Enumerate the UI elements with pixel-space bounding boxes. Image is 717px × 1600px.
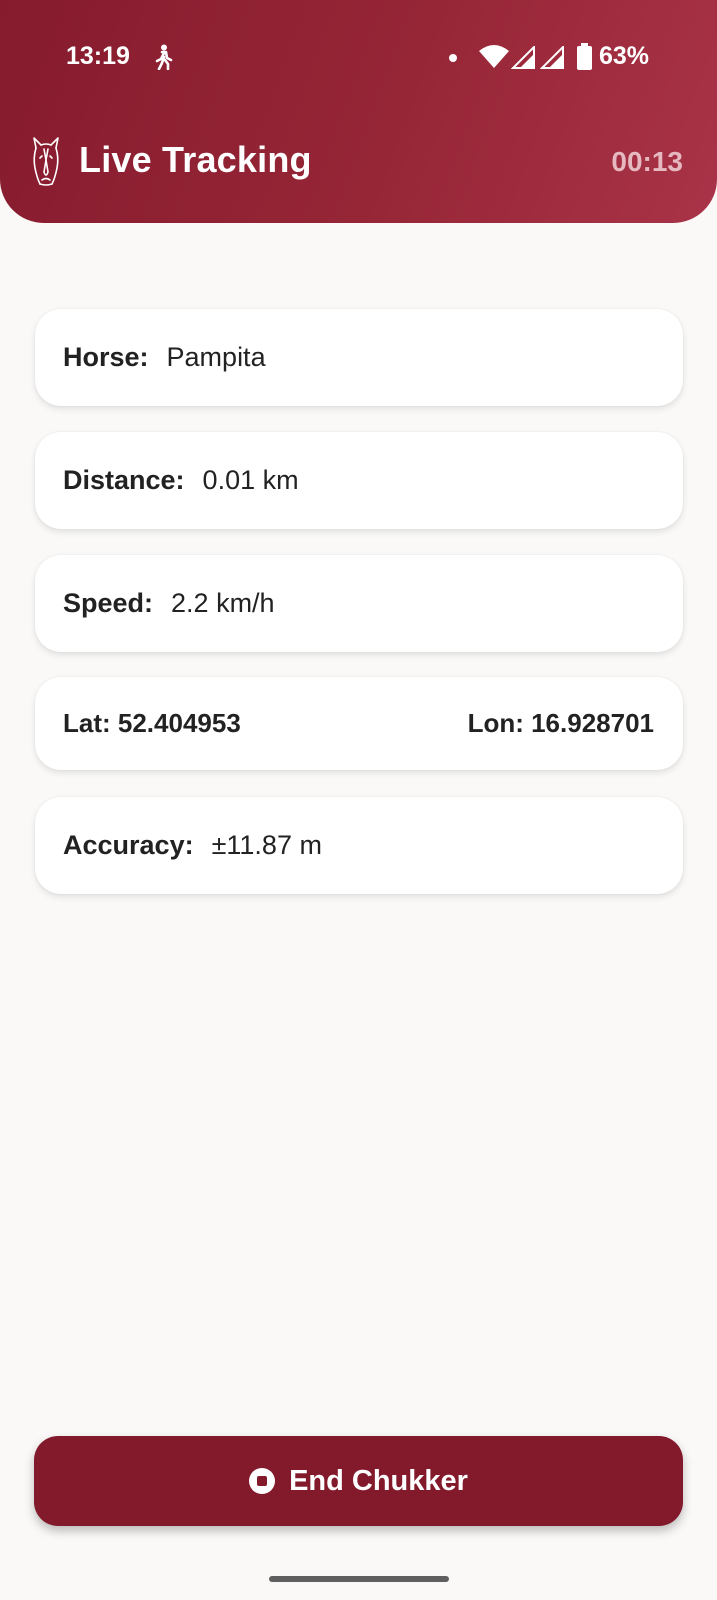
coordinates-card: Lat: 52.404953 Lon: 16.928701 bbox=[35, 677, 683, 770]
distance-value: 0.01 km bbox=[202, 465, 299, 495]
battery-percent: 63% bbox=[599, 42, 650, 70]
distance-label: Distance: bbox=[63, 465, 185, 495]
distance-card: Distance: 0.01 km bbox=[35, 432, 683, 529]
longitude-value: Lon: 16.928701 bbox=[467, 708, 654, 738]
app-header: 13:19 63% Live Tracking 00:13 bbox=[0, 0, 717, 223]
signal-icon bbox=[511, 46, 535, 69]
latitude-value: Lat: 52.404953 bbox=[63, 708, 241, 738]
walk-icon bbox=[155, 44, 173, 70]
wifi-icon bbox=[479, 45, 509, 68]
accuracy-value: ±11.87 m bbox=[211, 830, 322, 860]
speed-value: 2.2 km/h bbox=[171, 588, 275, 618]
signal-icon bbox=[540, 46, 564, 69]
horse-label: Horse: bbox=[63, 342, 149, 372]
page-title: Live Tracking bbox=[79, 139, 312, 180]
horse-head-icon bbox=[33, 137, 59, 186]
elapsed-timer: 00:13 bbox=[611, 146, 683, 177]
horse-value: Pampita bbox=[166, 342, 266, 372]
battery-icon bbox=[577, 43, 592, 70]
status-time: 13:19 bbox=[66, 42, 130, 70]
horse-card: Horse: Pampita bbox=[35, 309, 683, 406]
speed-label: Speed: bbox=[63, 588, 154, 618]
gesture-nav-handle[interactable] bbox=[269, 1576, 449, 1582]
accuracy-label: Accuracy: bbox=[63, 830, 194, 860]
stop-circle-icon bbox=[249, 1468, 276, 1494]
accuracy-card: Accuracy: ±11.87 m bbox=[35, 797, 683, 894]
end-chukker-label: End Chukker bbox=[289, 1464, 468, 1497]
notification-dot-icon bbox=[449, 54, 457, 62]
speed-card: Speed: 2.2 km/h bbox=[35, 555, 683, 652]
status-bar: 13:19 63% bbox=[0, 38, 717, 78]
end-chukker-button[interactable]: End Chukker bbox=[34, 1436, 683, 1526]
